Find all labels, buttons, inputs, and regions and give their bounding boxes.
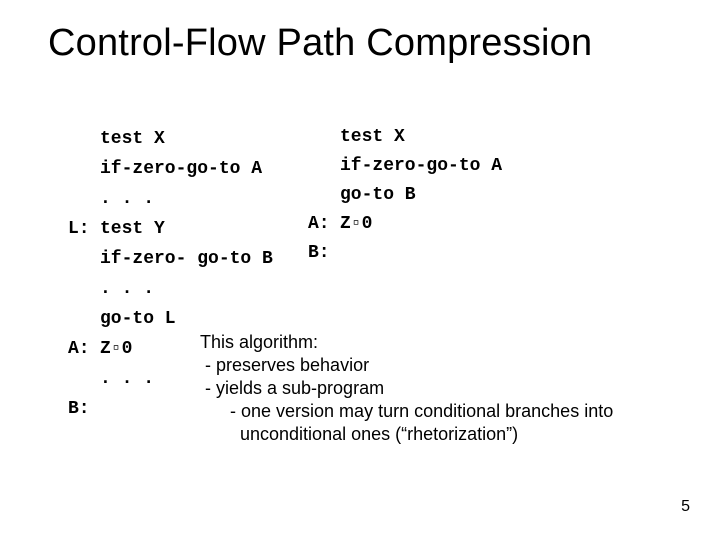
right-label-B: B: [308, 239, 340, 268]
algo-line-1: - preserves behavior [200, 355, 369, 375]
left-line-3: test Y [100, 219, 165, 239]
left-label-A: A: [68, 334, 100, 364]
slide: Control-Flow Path Compression test X if-… [0, 0, 720, 540]
left-label-L: L: [68, 214, 100, 244]
left-label-B: B: [68, 394, 100, 424]
left-line-1: if-zero-go-to A [100, 159, 262, 179]
right-line-3: Z▫0 [340, 214, 372, 234]
left-line-4: if-zero- go-to B [100, 249, 273, 269]
left-line-8: . . . [100, 369, 154, 389]
algo-line-4: unconditional ones (“rhetorization”) [200, 424, 518, 444]
algo-line-3: - one version may turn conditional branc… [200, 401, 613, 421]
right-label-A: A: [308, 210, 340, 239]
right-line-0: test X [340, 127, 405, 147]
algorithm-notes: This algorithm: - preserves behavior - y… [200, 308, 613, 446]
right-code-block: test X if-zero-go-to A go-to B A:Z▫0 B: [308, 94, 502, 268]
left-line-2: . . . [100, 189, 154, 209]
page-number: 5 [681, 498, 690, 516]
left-line-0: test X [100, 129, 165, 149]
left-line-6: go-to L [100, 309, 176, 329]
left-line-5: . . . [100, 279, 154, 299]
slide-title: Control-Flow Path Compression [48, 22, 592, 65]
algo-line-2: - yields a sub-program [200, 378, 384, 398]
algo-line-0: This algorithm: [200, 332, 318, 352]
left-line-7: Z▫0 [100, 339, 132, 359]
right-line-1: if-zero-go-to A [340, 156, 502, 176]
right-line-2: go-to B [340, 185, 416, 205]
